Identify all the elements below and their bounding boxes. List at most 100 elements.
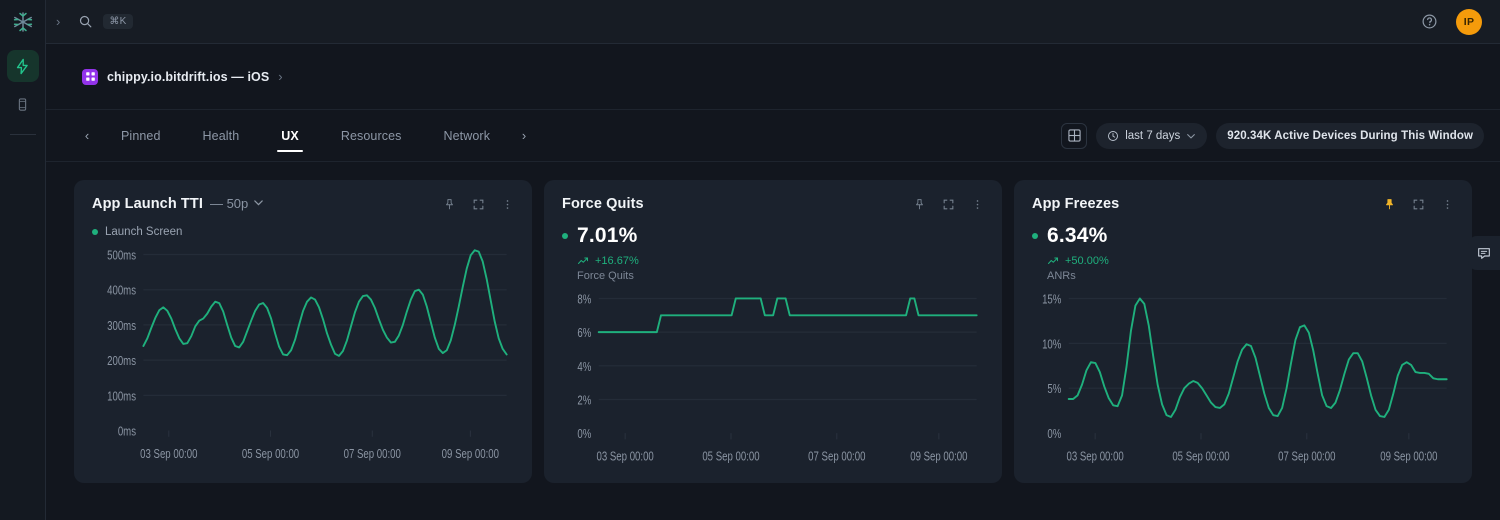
- tab-pinned[interactable]: Pinned: [100, 110, 182, 162]
- more-vertical-icon[interactable]: [971, 198, 984, 211]
- metric-value: 7.01%: [577, 224, 638, 248]
- metric-dot: [562, 233, 568, 239]
- card-title: App Launch TTI: [92, 196, 203, 212]
- rail-item-devices[interactable]: [7, 88, 39, 120]
- y-axis-tick-label: 0ms: [118, 425, 136, 439]
- card-actions: [443, 196, 514, 211]
- card-title-suffix: — 50p: [210, 196, 248, 211]
- y-axis-tick-label: 400ms: [107, 284, 136, 298]
- delta-label: ANRs: [1047, 270, 1454, 282]
- tabs-next-chevron-right-icon[interactable]: ›: [511, 123, 537, 149]
- delta-label: Force Quits: [577, 270, 984, 282]
- card-force-quits: Force Quits: [544, 180, 1002, 483]
- x-axis-tick-label: 03 Sep 00:00: [140, 448, 197, 462]
- delta-block: +50.00% ANRs: [1047, 255, 1454, 282]
- rail-item-list: [0, 50, 45, 120]
- active-devices-badge[interactable]: 920.34K Active Devices During This Windo…: [1216, 123, 1484, 149]
- pin-icon[interactable]: [1383, 198, 1396, 211]
- delta-value: +50.00%: [1065, 255, 1109, 267]
- chevron-down-icon: [1186, 131, 1196, 141]
- delta-block: +16.67% Force Quits: [577, 255, 984, 282]
- left-rail: [0, 0, 46, 520]
- card-title-group[interactable]: App Launch TTI — 50p: [92, 196, 264, 212]
- tab-health[interactable]: Health: [182, 110, 261, 162]
- y-axis-tick-label: 200ms: [107, 355, 136, 369]
- y-axis-tick-label: 0%: [577, 428, 591, 442]
- chart-svg: 0%2%4%6%8%03 Sep 00:0005 Sep 00:0007 Sep…: [562, 286, 984, 473]
- tab-label: UX: [281, 129, 299, 143]
- x-axis-tick-label: 05 Sep 00:00: [242, 448, 299, 462]
- y-axis-tick-label: 6%: [577, 327, 591, 341]
- y-axis-tick-label: 10%: [1042, 338, 1061, 352]
- search-shortcut-badge: ⌘K: [103, 14, 132, 29]
- y-axis-tick-label: 5%: [1047, 383, 1061, 397]
- tabs-prev-chevron-left-icon[interactable]: ‹: [74, 123, 100, 149]
- x-axis-tick-label: 09 Sep 00:00: [910, 450, 967, 464]
- x-axis-tick-label: 05 Sep 00:00: [702, 450, 759, 464]
- breadcrumb-bar: chippy.io.bitdrift.ios — iOS ›: [46, 44, 1500, 110]
- tab-label: Resources: [341, 129, 402, 143]
- chart-series-line: [1069, 298, 1447, 416]
- y-axis-tick-label: 8%: [577, 293, 591, 307]
- chart-force-quits[interactable]: 0%2%4%6%8%03 Sep 00:0005 Sep 00:0007 Sep…: [562, 286, 984, 473]
- layout-grid-button[interactable]: [1061, 123, 1087, 149]
- y-axis-tick-label: 300ms: [107, 320, 136, 334]
- tab-bar: ‹ Pinned Health UX Resources Network ›: [46, 110, 1500, 162]
- expand-icon[interactable]: [472, 198, 485, 211]
- active-devices-label: 920.34K Active Devices During This Windo…: [1227, 130, 1473, 142]
- expand-icon[interactable]: [942, 198, 955, 211]
- app-grid-icon: [82, 69, 98, 85]
- trend-up-icon: [1047, 255, 1059, 267]
- breadcrumb-chevron-right-icon[interactable]: ›: [278, 70, 282, 83]
- chevron-right-icon[interactable]: ›: [56, 15, 60, 28]
- card-app-launch-tti: App Launch TTI — 50p: [74, 180, 532, 483]
- rail-divider: [10, 134, 36, 135]
- x-axis-tick-label: 03 Sep 00:00: [597, 450, 654, 464]
- time-range-selector[interactable]: last 7 days: [1096, 123, 1207, 149]
- x-axis-tick-label: 05 Sep 00:00: [1172, 450, 1229, 464]
- avatar[interactable]: IP: [1456, 9, 1482, 35]
- pin-icon[interactable]: [443, 198, 456, 211]
- card-title: Force Quits: [562, 196, 644, 212]
- legend-dot: [92, 229, 98, 235]
- app-logo[interactable]: [0, 0, 46, 44]
- search-icon: [78, 14, 93, 29]
- chart-app-launch-tti[interactable]: 0ms100ms200ms300ms400ms500ms03 Sep 00:00…: [92, 242, 514, 473]
- y-axis-tick-label: 4%: [577, 361, 591, 375]
- metric-row: 6.34%: [1032, 224, 1454, 248]
- chart-app-freezes[interactable]: 0%5%10%15%03 Sep 00:0005 Sep 00:0007 Sep…: [1032, 286, 1454, 473]
- breadcrumb-label: chippy.io.bitdrift.ios — iOS: [107, 70, 269, 84]
- tab-label: Pinned: [121, 129, 161, 143]
- chart-series-line: [599, 298, 977, 332]
- mobile-device-icon: [15, 97, 30, 112]
- more-vertical-icon[interactable]: [1441, 198, 1454, 211]
- metric-value: 6.34%: [1047, 224, 1108, 248]
- search-area[interactable]: ⌘K: [78, 14, 132, 29]
- tab-label: Network: [444, 129, 491, 143]
- app-root: › ⌘K IP: [0, 0, 1500, 520]
- tab-network[interactable]: Network: [423, 110, 512, 162]
- tab-bar-controls: last 7 days 920.34K Active Devices Durin…: [1061, 123, 1484, 149]
- lightning-bolt-icon: [14, 58, 31, 75]
- x-axis-tick-label: 07 Sep 00:00: [344, 448, 401, 462]
- more-vertical-icon[interactable]: [501, 198, 514, 211]
- chart-series-line: [143, 250, 506, 356]
- tab-ux[interactable]: UX: [260, 110, 320, 162]
- breadcrumb[interactable]: chippy.io.bitdrift.ios — iOS ›: [82, 69, 283, 85]
- metric-row: 7.01%: [562, 224, 984, 248]
- delta-row: +50.00%: [1047, 255, 1454, 267]
- tab-resources[interactable]: Resources: [320, 110, 423, 162]
- help-circle-icon[interactable]: [1421, 13, 1438, 30]
- avatar-initials: IP: [1464, 16, 1475, 28]
- pin-icon[interactable]: [913, 198, 926, 211]
- y-axis-tick-label: 0%: [1047, 428, 1061, 442]
- tab-label: Health: [203, 129, 240, 143]
- layout-grid-icon: [1068, 129, 1081, 142]
- card-actions: [913, 196, 984, 211]
- rail-item-performance[interactable]: [7, 50, 39, 82]
- card-header: Force Quits: [562, 196, 984, 212]
- chevron-down-icon[interactable]: [253, 197, 264, 208]
- expand-icon[interactable]: [1412, 198, 1425, 211]
- chart-legend: Launch Screen: [92, 226, 514, 238]
- chat-launcher[interactable]: [1468, 236, 1500, 270]
